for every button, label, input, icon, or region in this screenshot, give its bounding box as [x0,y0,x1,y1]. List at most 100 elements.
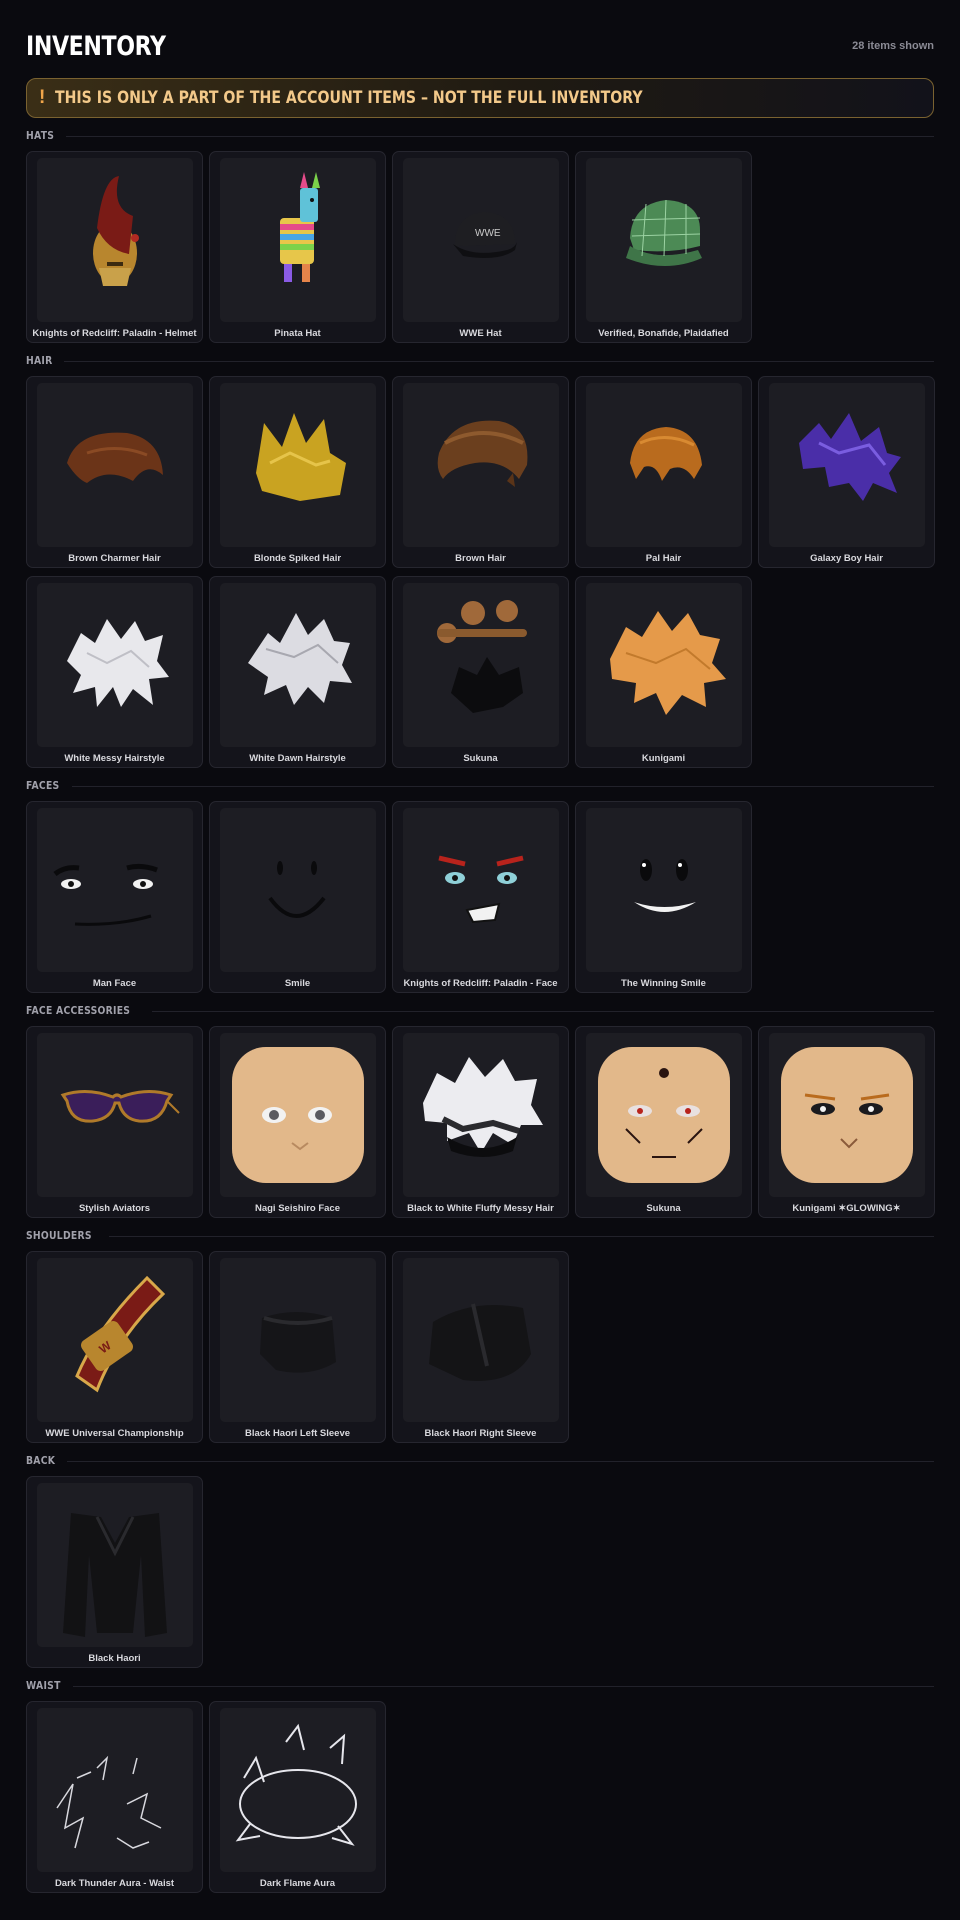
item-card[interactable]: Blonde Spiked Hair [209,376,386,568]
item-card[interactable]: Knights of Redcliff: Paladin - Helmet [26,151,203,343]
item-name: Black to White Fluffy Messy Hair [407,1203,554,1214]
item-card[interactable]: Man Face [26,801,203,993]
item-name: Stylish Aviators [78,1203,151,1214]
item-card[interactable]: Nagi Seishiro Face [209,1026,386,1218]
item-name: Galaxy Boy Hair [810,553,883,564]
item-name: Black Haori Right Sleeve [424,1428,537,1439]
hair-icon [402,383,559,547]
section-header: BACK [26,1454,934,1468]
item-name: Kunigami [641,753,686,764]
item-name: Smile [284,978,311,989]
item-card[interactable]: Stylish Aviators [26,1026,203,1218]
section-hair: HAIR Brown Charmer Hair Blonde Spiked Hair… [26,354,935,768]
section-shoulders: SHOULDERS W WWE Universal Championship Blac… [26,1229,934,1443]
item-grid: W WWE Universal Championship Black Haori L… [26,1251,934,1443]
cap-icon: WWE [402,158,559,322]
item-name: Brown Hair [455,553,506,564]
warning-text: THIS IS ONLY A PART OF THE ACCOUNT ITEMS… [55,88,643,108]
section-title: HATS [26,130,55,142]
warning-banner: ! THIS IS ONLY A PART OF THE ACCOUNT ITE… [26,78,934,118]
items-count: 28 items shown [852,40,934,52]
item-card[interactable]: Black to White Fluffy Messy Hair [392,1026,569,1218]
section-title: HAIR [26,355,53,367]
item-grid: Stylish Aviators Nagi Seishiro Face Black … [26,1026,935,1218]
face-icon [219,808,376,972]
item-grid: Man Face Smile Knights of Redcliff: Paladi… [26,801,934,993]
sunglasses-icon [36,1033,193,1197]
plaid-cap-icon [585,158,742,322]
section-divider [67,1460,934,1462]
item-name: Blonde Spiked Hair [253,553,342,564]
item-card[interactable]: Dark Flame Aura [209,1701,386,1893]
item-card[interactable]: Brown Hair [392,376,569,568]
item-name: Kunigami ✶GLOWING✶ [792,1203,901,1214]
item-name: Dark Thunder Aura - Waist [54,1878,175,1889]
item-card[interactable]: Sukuna [392,576,569,768]
section-title: WAIST [26,1680,61,1692]
section-divider [73,1685,934,1687]
section-divider [66,135,934,137]
item-name: Sukuna [463,753,498,764]
item-name: WWE Hat [459,328,502,339]
item-card[interactable]: Pal Hair [575,376,752,568]
item-name: The Winning Smile [621,978,706,989]
hair-icon [219,583,376,747]
item-card[interactable]: White Messy Hairstyle [26,576,203,768]
page-header: INVENTORY 28 items shown [26,26,934,66]
hair-icon [585,383,742,547]
item-grid: Brown Charmer Hair Blonde Spiked Hair Brow… [26,376,935,768]
face-icon [36,808,193,972]
item-card[interactable]: Kunigami ✶GLOWING✶ [758,1026,935,1218]
item-card[interactable]: Knights of Redcliff: Paladin - Face [392,801,569,993]
item-card[interactable]: Dark Thunder Aura - Waist [26,1701,203,1893]
hair-icon [402,1033,559,1197]
head-icon [219,1033,376,1197]
item-name: Dark Flame Aura [259,1878,336,1889]
item-name: Sukuna [646,1203,681,1214]
item-name: Black Haori Left Sleeve [244,1428,351,1439]
helmet-icon [36,158,193,322]
item-card[interactable]: Kunigami [575,576,752,768]
item-card[interactable]: Galaxy Boy Hair [758,376,935,568]
section-title: BACK [26,1455,56,1467]
item-name: White Dawn Hairstyle [249,753,346,764]
item-card[interactable]: WWE WWE Hat [392,151,569,343]
item-name: Man Face [92,978,137,989]
item-card[interactable]: Black Haori [26,1476,203,1668]
item-name: Verified, Bonafide, Plaidafied [598,328,729,339]
item-name: Pinata Hat [274,328,321,339]
item-card[interactable]: White Dawn Hairstyle [209,576,386,768]
head-icon [585,1033,742,1197]
hair-icon [36,583,193,747]
item-name: Knights of Redcliff: Paladin - Helmet [32,328,197,339]
item-grid: Knights of Redcliff: Paladin - Helmet Pin… [26,151,934,343]
section-divider [108,1235,934,1237]
hair-icon [402,583,559,747]
item-card[interactable]: Sukuna [575,1026,752,1218]
section-title: FACE ACCESSORIES [26,1005,131,1017]
section-divider [72,785,934,787]
exclamation-icon: ! [39,87,46,108]
item-grid: Dark Thunder Aura - Waist Dark Flame Aura [26,1701,934,1893]
inventory-page: INVENTORY 28 items shown ! THIS IS ONLY … [0,0,960,1893]
item-card[interactable]: Black Haori Right Sleeve [392,1251,569,1443]
item-card[interactable]: Verified, Bonafide, Plaidafied [575,151,752,343]
item-name: WWE Universal Championship [45,1428,184,1439]
aura-icon [36,1708,193,1872]
item-card[interactable]: The Winning Smile [575,801,752,993]
section-faces: FACES Man Face Smile Knights of Redcliff: P… [26,779,934,993]
sleeve-icon [219,1258,376,1422]
hair-icon [36,383,193,547]
section-header: SHOULDERS [26,1229,934,1243]
inventory-sections: HATS Knights of Redcliff: Paladin - Helme… [26,129,935,1893]
section-header: FACE ACCESSORIES [26,1004,934,1018]
section-face-accessories: FACE ACCESSORIES Stylish Aviators Nagi Sei… [26,1004,935,1218]
item-card[interactable]: Brown Charmer Hair [26,376,203,568]
section-header: HATS [26,129,934,143]
section-header: WAIST [26,1679,934,1693]
item-card[interactable]: Smile [209,801,386,993]
item-card[interactable]: Black Haori Left Sleeve [209,1251,386,1443]
item-card[interactable]: Pinata Hat [209,151,386,343]
item-card[interactable]: W WWE Universal Championship [26,1251,203,1443]
section-back: BACK Black Haori [26,1454,934,1668]
